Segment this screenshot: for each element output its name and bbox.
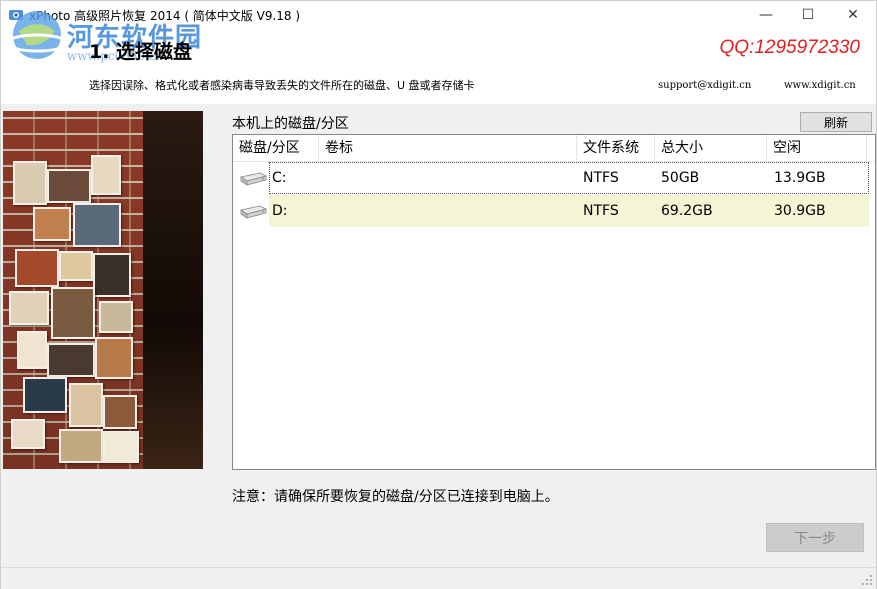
total-size: 69.2GB [661,203,713,219]
file-system: NTFS [583,170,619,186]
website-link: www.xdigit.cn [784,80,856,91]
column-free-space[interactable]: 空闲 [767,135,867,161]
minimize-button[interactable]: — [743,1,789,29]
drive-letter: C: [272,170,287,186]
wizard-header: 河东软件园 www.pc0359.cn 1. 选择磁盘 选择因误除、格式化或者感… [1,11,876,104]
free-space: 30.9GB [774,203,826,219]
hard-disk-icon [239,205,268,219]
step-title: 1. 选择磁盘 [89,41,193,63]
disk-list[interactable]: 磁盘/分区 卷标 文件系统 总大小 空闲 C: NTFS 50GB 13.9GB [232,134,876,470]
drive-letter: D: [272,203,288,219]
disk-list-label: 本机上的磁盘/分区 [232,116,349,132]
total-size: 50GB [661,170,700,186]
watermark-globe-icon [5,11,69,59]
next-step-button[interactable]: 下一步 [766,523,864,552]
column-drive[interactable]: 磁盘/分区 [233,135,319,161]
hard-disk-icon [239,172,268,186]
table-row[interactable]: D: NTFS 69.2GB 30.9GB [233,195,875,227]
close-button[interactable]: ✕ [830,1,876,29]
resize-grip-icon[interactable] [861,574,873,586]
maximize-button[interactable]: ☐ [785,1,831,29]
step-description: 选择因误除、格式化或者感染病毒导致丢失的文件所在的磁盘、U 盘或者存储卡 [89,79,475,92]
support-email: support@xdigit.cn [658,80,752,91]
column-total-size[interactable]: 总大小 [655,135,767,161]
column-volume[interactable]: 卷标 [319,135,577,161]
qq-contact: QQ:1295972330 [719,37,860,58]
column-filesystem[interactable]: 文件系统 [577,135,655,161]
disk-list-header: 磁盘/分区 卷标 文件系统 总大小 空闲 [233,135,875,162]
refresh-button[interactable]: 刷新 [800,112,872,132]
connection-note: 注意：请确保所要恢复的磁盘/分区已连接到电脑上。 [232,489,559,505]
app-window: xPhoto 高级照片恢复 2014 ( 简体中文版 V9.18 ) — ☐ ✕… [0,0,877,589]
file-system: NTFS [583,203,619,219]
decorative-photo-collage [3,111,203,469]
free-space: 13.9GB [774,170,826,186]
table-row[interactable]: C: NTFS 50GB 13.9GB [233,162,875,194]
status-bar [1,567,876,589]
